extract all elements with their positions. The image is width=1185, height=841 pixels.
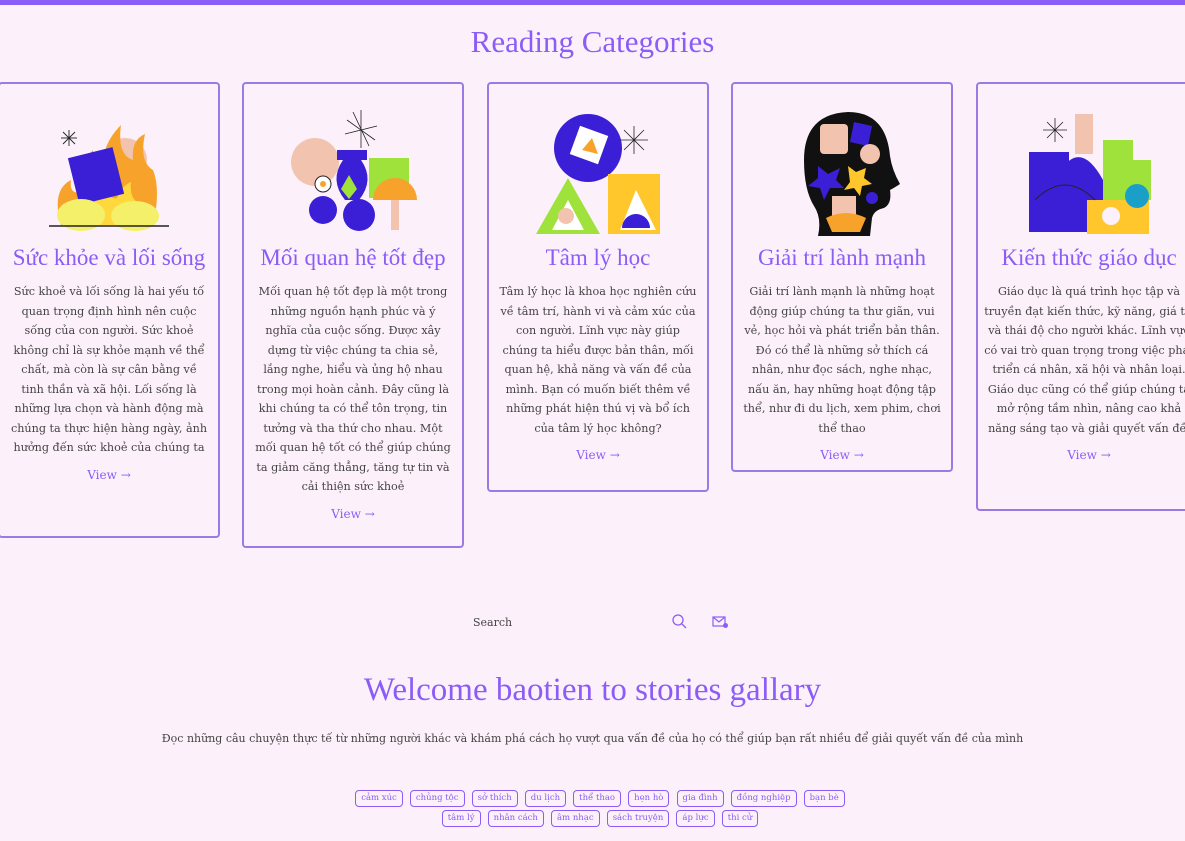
card-title: Kiến thức giáo dục: [1001, 245, 1177, 270]
blocks-illustration: [1029, 114, 1151, 234]
tag-button[interactable]: âm nhạc: [550, 810, 600, 827]
card-description: Giải trí lành mạnh là những hoạt động gi…: [743, 285, 941, 435]
tag-button[interactable]: nhân cách: [487, 810, 544, 827]
card-description: Mối quan hệ tốt đẹp là một trong những n…: [255, 285, 451, 493]
category-card-education: Kiến thức giáo dục Giáo dục là quá trình…: [976, 82, 1185, 511]
category-card-relationships: Mối quan hệ tốt đẹp Mối quan hệ tốt đẹp …: [242, 82, 464, 548]
category-card-entertainment: Giải trí lành mạnh Giải trí lành mạnh là…: [731, 82, 953, 472]
category-card-health: Sức khỏe và lối sống Sức khoẻ và lối sốn…: [0, 82, 220, 538]
welcome-title: Welcome baotien to stories gallary: [363, 672, 822, 708]
card-title: Mối quan hệ tốt đẹp: [260, 245, 446, 270]
tag-button[interactable]: tâm lý: [441, 810, 481, 827]
card-description: Tâm lý học là khoa học nghiên cứu về tâm…: [499, 285, 697, 435]
fire-shapes-illustration: [49, 125, 169, 231]
vases-illustration: [291, 110, 417, 231]
view-link[interactable]: View →: [331, 507, 375, 521]
view-link[interactable]: View →: [820, 448, 864, 462]
view-link[interactable]: View →: [87, 468, 131, 482]
welcome-description: Đọc những câu chuyện thực tế từ những ng…: [161, 732, 1024, 745]
card-title: Tâm lý học: [545, 245, 651, 270]
search-input[interactable]: [460, 612, 663, 632]
tag-button[interactable]: sách truyện: [606, 810, 670, 827]
card-description: Sức khoẻ và lối sống là hai yếu tố quan …: [10, 285, 208, 454]
page-title: Reading Categories: [470, 24, 715, 59]
tag-row-1: cảm xúc chủng tộc sở thích du lịch thể t…: [330, 785, 870, 807]
search-bar: [460, 608, 740, 636]
view-link[interactable]: View →: [1067, 448, 1111, 462]
mail-icon[interactable]: [710, 612, 730, 632]
tag-button[interactable]: áp lực: [676, 810, 715, 827]
view-link[interactable]: View →: [576, 448, 620, 462]
card-title: Giải trí lành mạnh: [758, 245, 926, 270]
category-card-psychology: Tâm lý học Tâm lý học là khoa học nghiên…: [487, 82, 709, 492]
card-description: Giáo dục là quá trình học tập và truyền …: [984, 285, 1185, 435]
top-accent-bar: [0, 0, 1185, 5]
head-silhouette-illustration: [804, 112, 900, 236]
tag-button[interactable]: thi cử: [721, 810, 759, 827]
search-icon[interactable]: [670, 612, 690, 632]
geometric-triangles-illustration: [536, 114, 660, 234]
tag-row-2: tâm lý nhân cách âm nhạc sách truyện áp …: [330, 805, 870, 827]
card-title: Sức khỏe và lối sống: [12, 245, 206, 270]
